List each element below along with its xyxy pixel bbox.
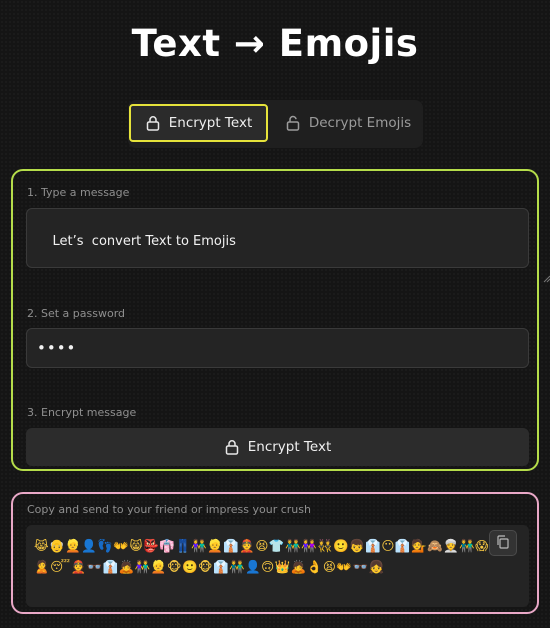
encrypt-form-panel: 1. Type a message Let’s convert Text to … — [11, 169, 550, 471]
copy-icon — [496, 534, 510, 553]
password-input[interactable]: •••• — [26, 328, 529, 368]
copy-button[interactable] — [489, 530, 517, 556]
page-title: Text → Emojis — [131, 22, 419, 65]
output-panel: Copy and send to your friend or impress … — [11, 492, 539, 614]
encrypt-button-label: Encrypt Text — [247, 439, 332, 455]
message-textarea[interactable]: Let’s convert Text to Emojis — [26, 208, 550, 283]
password-label: 2. Set a password — [27, 307, 126, 320]
mode-tabs: Encrypt Text Decrypt Emojis — [128, 100, 423, 148]
lock-icon — [145, 115, 161, 131]
output-label: Copy and send to your friend or impress … — [27, 503, 311, 516]
tab-encrypt-text[interactable]: Encrypt Text — [129, 104, 268, 142]
tab-decrypt-emojis[interactable]: Decrypt Emojis — [278, 104, 418, 142]
unlock-icon — [285, 115, 301, 131]
resize-grip-icon[interactable] — [518, 257, 550, 283]
tab-decrypt-label: Decrypt Emojis — [308, 115, 412, 131]
tab-encrypt-label: Encrypt Text — [168, 115, 253, 131]
message-value: Let’s convert Text to Emojis — [52, 234, 236, 249]
lock-icon — [224, 439, 240, 455]
emoji-output[interactable]: 😹👴👱👤👣👐😸👺👘👖👫👱👔👲😫👕👬👭👯🙂👦👔😶👔💁🙈👳👬😱😳👬🙎😴👲👓👔🙇👫👱🐵… — [26, 525, 529, 607]
message-label: 1. Type a message — [27, 186, 130, 199]
password-value: •••• — [37, 339, 77, 357]
emoji-output-text: 😹👴👱👤👣👐😸👺👘👖👫👱👔👲😫👕👬👭👯🙂👦👔😶👔💁🙈👳👬😱😳👬🙎😴👲👓👔🙇👫👱🐵… — [34, 538, 519, 574]
encrypt-step-label: 3. Encrypt message — [27, 406, 137, 419]
encrypt-button[interactable]: Encrypt Text — [26, 428, 529, 466]
